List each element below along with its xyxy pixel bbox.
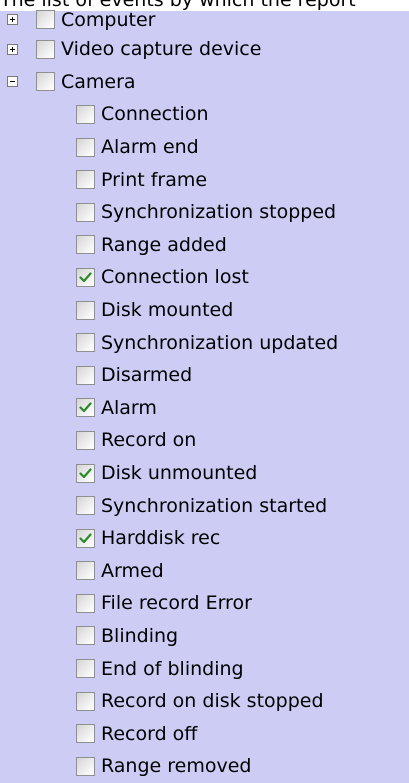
tree-node-camera[interactable]: Camera <box>0 66 409 99</box>
checkbox-unchecked[interactable] <box>76 626 95 646</box>
tree-item-label: Connection lost <box>101 266 249 289</box>
checkbox-checked[interactable] <box>76 267 95 287</box>
tree-item-event[interactable]: Disk unmounted <box>0 457 409 490</box>
checkbox-unchecked[interactable] <box>76 593 95 613</box>
checkbox-unchecked[interactable] <box>76 104 95 124</box>
checkbox-unchecked[interactable] <box>76 137 95 157</box>
tree-item-event[interactable]: Connection lost <box>0 261 409 294</box>
tree-item-event[interactable]: Armed <box>0 555 409 588</box>
tree-item-event[interactable]: Record on disk stopped <box>0 685 409 718</box>
checkbox-checked[interactable] <box>76 463 95 483</box>
tree-item-label: Harddisk rec <box>101 527 221 550</box>
expand-plus-icon[interactable] <box>7 14 18 25</box>
tree-item-label: Range removed <box>101 755 252 778</box>
event-tree: Computer Video capture device Camera Con… <box>0 0 409 783</box>
tree-item-label: Connection <box>101 103 209 126</box>
tree-node-video-capture-device[interactable]: Video capture device <box>0 33 409 66</box>
tree-item-event[interactable]: Harddisk rec <box>0 522 409 555</box>
tree-node-label: Video capture device <box>61 38 262 61</box>
tree-item-label: Range added <box>101 233 227 256</box>
checkmark-icon <box>79 402 92 413</box>
checkbox-unchecked[interactable] <box>76 202 95 222</box>
tree-item-label: Record on <box>101 429 197 452</box>
checkbox-unchecked[interactable] <box>76 561 95 581</box>
checkbox-unchecked[interactable] <box>76 496 95 516</box>
tree-item-event[interactable]: Print frame <box>0 163 409 196</box>
tree-item-event[interactable]: File record Error <box>0 587 409 620</box>
checkbox-unchecked[interactable] <box>76 333 95 353</box>
checkmark-icon <box>79 272 92 283</box>
tree-item-label: Armed <box>101 559 164 582</box>
tree-item-label: Blinding <box>101 624 179 647</box>
tree-node-label: Computer <box>61 8 156 31</box>
checkbox-unchecked[interactable] <box>76 756 95 776</box>
collapse-minus-icon[interactable] <box>7 76 18 88</box>
checkbox-checked[interactable] <box>76 398 95 418</box>
tree-item-label: Disk mounted <box>101 299 234 322</box>
expand-plus-icon[interactable] <box>7 43 18 55</box>
checkbox-checked[interactable] <box>76 528 95 548</box>
checkbox-unchecked[interactable] <box>76 659 95 679</box>
tree-item-event[interactable]: Synchronization stopped <box>0 196 409 229</box>
checkbox-unchecked[interactable] <box>76 430 95 450</box>
checkbox-unchecked[interactable] <box>76 365 95 385</box>
tree-item-event[interactable]: End of blinding <box>0 652 409 685</box>
tree-item-label: Synchronization updated <box>101 331 339 354</box>
checkbox-camera[interactable] <box>36 72 55 92</box>
tree-node-computer[interactable]: Computer <box>0 6 409 33</box>
checkbox-computer[interactable] <box>36 10 55 29</box>
tree-item-event[interactable]: Record on <box>0 424 409 457</box>
tree-item-label: End of blinding <box>101 657 244 680</box>
tree-node-label: Camera <box>61 70 136 93</box>
tree-item-label: Synchronization started <box>101 494 328 517</box>
tree-item-label: File record Error <box>101 592 252 615</box>
checkbox-unchecked[interactable] <box>76 691 95 711</box>
tree-item-event[interactable]: Disarmed <box>0 359 409 392</box>
tree-item-label: Record off <box>101 722 198 745</box>
checkbox-unchecked[interactable] <box>76 235 95 255</box>
tree-item-event[interactable]: Connection <box>0 98 409 131</box>
tree-item-event[interactable]: Range added <box>0 229 409 262</box>
tree-item-label: Record on disk stopped <box>101 690 324 713</box>
checkbox-unchecked[interactable] <box>76 300 95 320</box>
tree-item-label: Disk unmounted <box>101 462 258 485</box>
checkbox-unchecked[interactable] <box>76 724 95 744</box>
tree-item-event[interactable]: Synchronization updated <box>0 326 409 359</box>
tree-item-label: Synchronization stopped <box>101 201 337 224</box>
tree-item-label: Disarmed <box>101 364 193 387</box>
tree-item-event[interactable]: Alarm end <box>0 131 409 164</box>
tree-item-event[interactable]: Blinding <box>0 620 409 653</box>
checkbox-unchecked[interactable] <box>76 170 95 190</box>
tree-item-label: Alarm <box>101 396 157 419</box>
tree-item-event[interactable]: Alarm <box>0 392 409 425</box>
tree-item-event[interactable]: Disk mounted <box>0 294 409 327</box>
checkmark-icon <box>79 533 92 544</box>
tree-item-event[interactable]: Synchronization started <box>0 489 409 522</box>
tree-item-event[interactable]: Record off <box>0 717 409 750</box>
tree-item-label: Alarm end <box>101 136 199 159</box>
checkmark-icon <box>79 467 92 479</box>
checkbox-video-capture-device[interactable] <box>36 39 55 59</box>
tree-item-label: Print frame <box>101 168 208 191</box>
camera-event-list: Connection Alarm end Print frame Synchroniz… <box>0 98 409 782</box>
